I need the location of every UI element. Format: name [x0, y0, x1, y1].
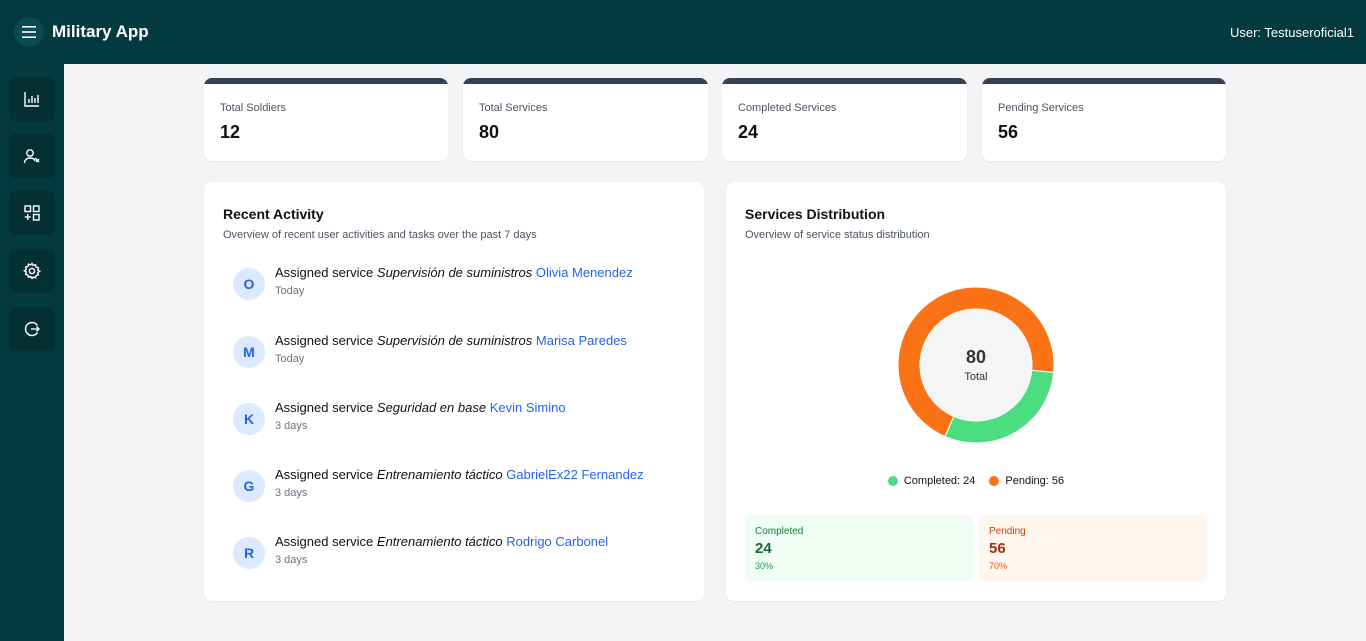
summary-card-pending: Pending 56 70%	[979, 515, 1207, 581]
activity-item[interactable]: R Assigned service Entrenamiento táctico…	[233, 534, 693, 574]
activity-service: Supervisión de suministros	[376, 333, 533, 348]
stat-label: Completed Services	[738, 102, 837, 114]
activity-user-link[interactable]: Rodrigo Carbonel	[506, 534, 608, 549]
summary-label: Pending	[989, 526, 1026, 537]
sidebar	[0, 64, 64, 641]
activity-item[interactable]: M Assigned service Supervisión de sumini…	[233, 333, 693, 373]
activity-time: 3 days	[275, 487, 308, 499]
stat-label: Total Services	[479, 102, 548, 114]
avatar: K	[233, 403, 265, 435]
grid-add-icon	[24, 205, 40, 221]
activity-time: 3 days	[275, 554, 308, 566]
legend-label: Completed: 24	[903, 475, 976, 487]
activity-text: Assigned service Supervisión de suminist…	[275, 333, 627, 348]
panel-subtitle: Overview of service status distribution	[745, 229, 930, 241]
menu-button[interactable]	[14, 17, 44, 47]
users-icon	[23, 149, 40, 164]
summary-label: Completed	[755, 526, 804, 537]
legend-item-pending[interactable]: Pending: 56	[989, 475, 1064, 487]
activity-user-link[interactable]: GabrielEx22 Fernandez	[506, 467, 643, 482]
activity-service: Seguridad en base	[376, 400, 487, 415]
stat-label: Total Soldiers	[220, 102, 287, 114]
gear-icon	[23, 262, 41, 280]
stat-value: 24	[738, 122, 759, 142]
legend-item-completed[interactable]: Completed: 24	[887, 475, 976, 487]
activity-time: Today	[275, 353, 305, 365]
donut-total-label: Total	[964, 371, 988, 383]
sidebar-item-dashboard[interactable]	[10, 77, 54, 121]
activity-action: Assigned service	[275, 265, 374, 280]
avatar: O	[233, 268, 265, 300]
card-accent	[204, 78, 448, 84]
activity-action: Assigned service	[275, 534, 374, 549]
stat-card-pending-services: Pending Services 56	[982, 78, 1226, 161]
activity-text: Assigned service Entrenamiento táctico R…	[275, 534, 608, 549]
summary-value: 56	[989, 540, 1006, 557]
activity-time: 3 days	[275, 420, 308, 432]
logout-icon	[24, 321, 40, 337]
card-accent	[722, 78, 967, 84]
user-label: User: Testuseroficial1	[1229, 25, 1354, 40]
card-accent	[982, 78, 1226, 84]
legend-label: Pending: 56	[1005, 475, 1065, 487]
summary-value: 24	[755, 540, 772, 557]
panel-title: Recent Activity	[223, 206, 324, 222]
sidebar-item-settings[interactable]	[10, 249, 54, 293]
activity-service: Supervisión de suministros	[376, 265, 533, 280]
avatar: M	[233, 336, 265, 368]
activity-action: Assigned service	[275, 333, 374, 348]
app-title: Military App	[52, 22, 149, 41]
hamburger-icon	[22, 26, 36, 38]
sidebar-item-soldiers[interactable]	[10, 134, 54, 178]
stat-card-total-services: Total Services 80	[463, 78, 708, 161]
activity-text: Assigned service Supervisión de suminist…	[275, 265, 633, 280]
stat-label: Pending Services	[998, 102, 1084, 114]
avatar: G	[233, 470, 265, 502]
activity-user-link[interactable]: Kevin Simino	[490, 400, 566, 415]
activity-text: Assigned service Seguridad en base Kevin…	[275, 400, 566, 415]
stat-value: 12	[220, 122, 241, 142]
activity-service: Entrenamiento táctico	[376, 467, 503, 482]
activity-time: Today	[275, 285, 305, 297]
summary-percent: 70%	[989, 561, 1008, 571]
summary-card-completed: Completed 24 30%	[745, 515, 973, 581]
stat-value: 56	[998, 122, 1019, 142]
activity-action: Assigned service	[275, 467, 374, 482]
panel-title: Services Distribution	[745, 206, 886, 222]
donut-total-value: 80	[965, 347, 987, 367]
activity-user-link[interactable]: Olivia Menendez	[536, 265, 633, 280]
bar-chart-icon	[24, 92, 39, 107]
activity-user-link[interactable]: Marisa Paredes	[536, 333, 627, 348]
activity-action: Assigned service	[275, 400, 374, 415]
stat-value: 80	[479, 122, 500, 142]
panel-subtitle: Overview of recent user activities and t…	[223, 229, 537, 241]
activity-item[interactable]: K Assigned service Seguridad en base Kev…	[233, 400, 693, 440]
activity-item[interactable]: G Assigned service Entrenamiento táctico…	[233, 467, 693, 507]
services-distribution-panel: Services Distribution Overview of servic…	[726, 182, 1226, 601]
chart-legend: Completed: 24 Pending: 56	[726, 475, 1226, 487]
sidebar-item-services[interactable]	[10, 191, 54, 235]
activity-service: Entrenamiento táctico	[376, 534, 503, 549]
activity-item[interactable]: O Assigned service Supervisión de sumini…	[233, 265, 693, 305]
sidebar-item-logout[interactable]	[10, 307, 54, 351]
stat-card-completed-services: Completed Services 24	[722, 78, 967, 161]
legend-dot-pending	[989, 476, 1000, 486]
stat-card-total-soldiers: Total Soldiers 12	[204, 78, 448, 161]
donut-chart: 80 Total	[886, 275, 1066, 455]
recent-activity-panel: Recent Activity Overview of recent user …	[204, 182, 704, 601]
top-bar: Military App User: Testuseroficial1	[0, 0, 1366, 64]
summary-percent: 30%	[755, 561, 774, 571]
avatar: R	[233, 537, 265, 569]
card-accent	[463, 78, 708, 84]
legend-dot-completed	[887, 476, 898, 486]
activity-text: Assigned service Entrenamiento táctico G…	[275, 467, 644, 482]
donut-center: 80 Total	[886, 275, 1066, 455]
